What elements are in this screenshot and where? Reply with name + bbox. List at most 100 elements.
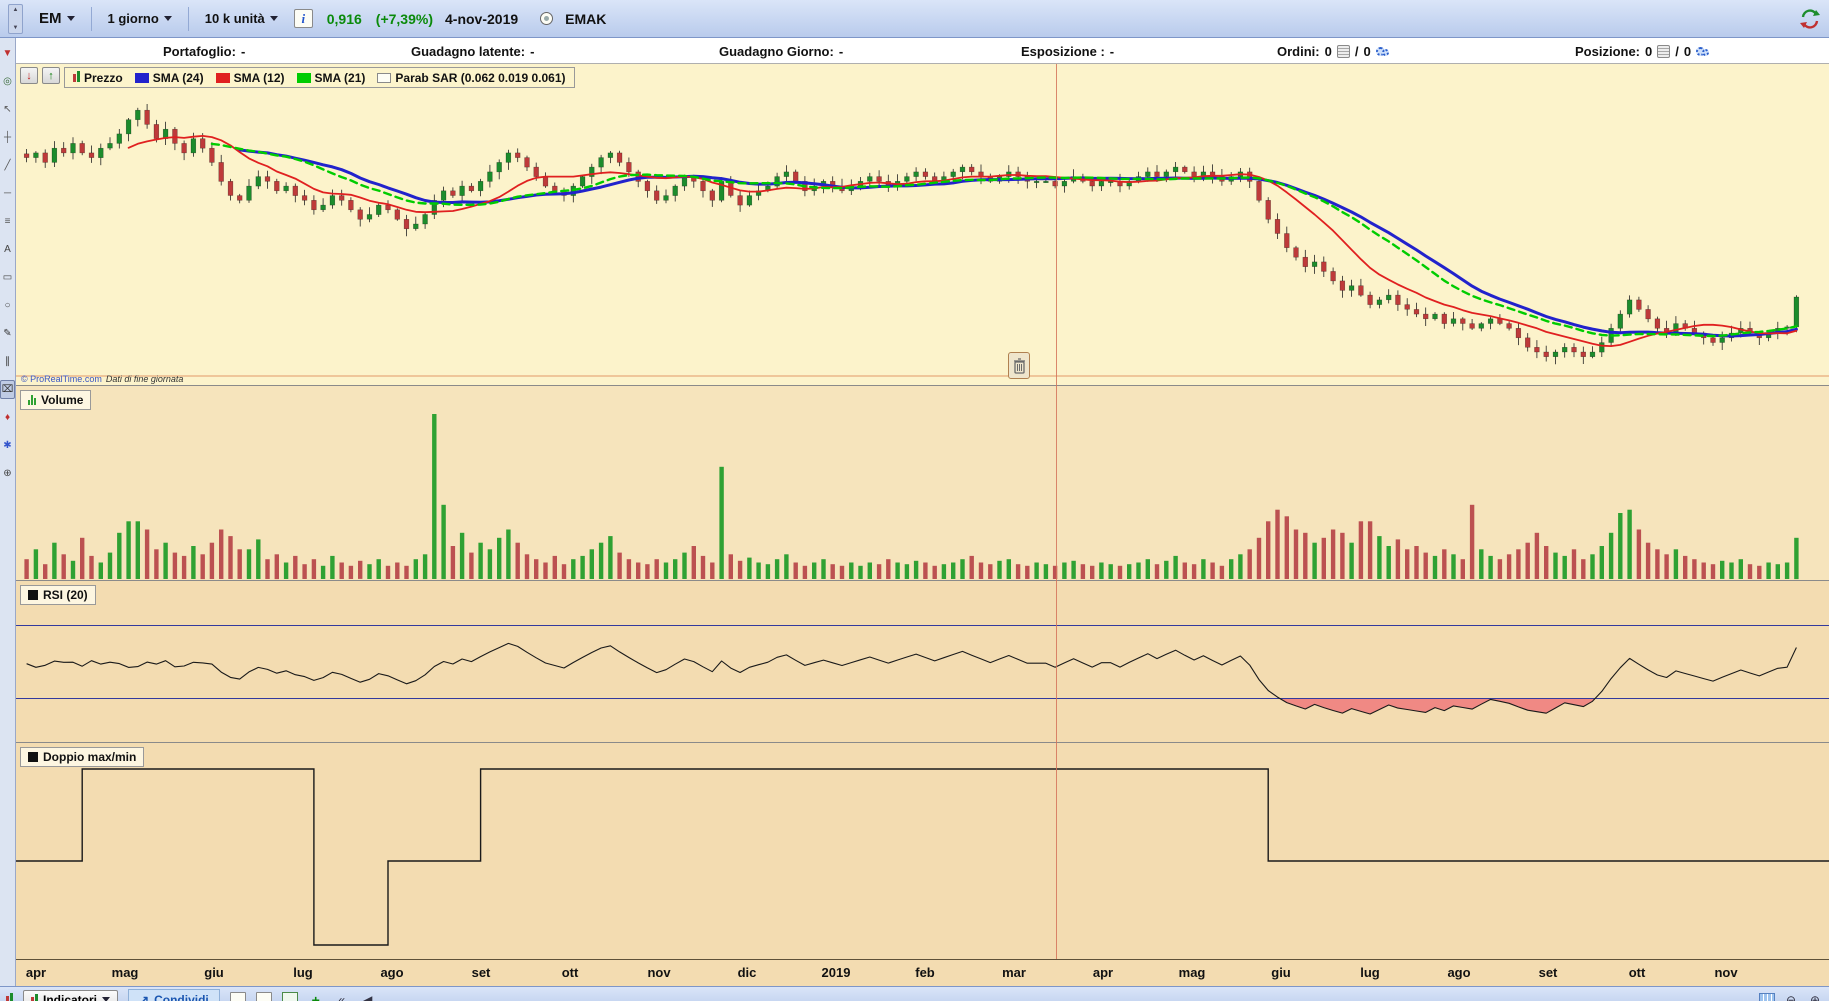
info-icon: i bbox=[301, 10, 306, 26]
legend-sma24[interactable]: SMA (24) bbox=[134, 71, 204, 85]
units-dropdown[interactable]: 10 k unità bbox=[197, 7, 286, 30]
zoom-in-icon[interactable]: ⊕ bbox=[1807, 991, 1823, 1001]
x-axis-label: giu bbox=[204, 965, 224, 980]
mini-candles-icon bbox=[6, 991, 13, 1001]
x-axis-label: mag bbox=[1178, 965, 1206, 980]
down-arrow-icon: ▼ bbox=[12, 24, 19, 31]
alert-tool[interactable]: ♦ bbox=[0, 408, 15, 427]
ellipse-tool[interactable]: ○ bbox=[0, 296, 15, 315]
legend-sma21[interactable]: SMA (21) bbox=[296, 71, 365, 85]
legend-prezzo[interactable]: Prezzo bbox=[73, 70, 123, 85]
sar-label: Parab SAR (0.062 0.019 0.061) bbox=[395, 70, 566, 85]
position-list-icon[interactable] bbox=[1657, 44, 1671, 58]
rsi-label: RSI (20) bbox=[43, 588, 88, 602]
toolbar-separator bbox=[90, 6, 92, 31]
timeframe-label: 1 giorno bbox=[107, 11, 159, 26]
notes-icon[interactable] bbox=[229, 992, 246, 1001]
cursor-tool[interactable]: ↖ bbox=[0, 100, 15, 119]
zoom-tool[interactable]: ⊕ bbox=[0, 464, 15, 483]
price-chart-canvas[interactable] bbox=[16, 64, 1829, 385]
zoom-out-icon[interactable]: ⊖ bbox=[1783, 991, 1799, 1001]
x-axis-label: lug bbox=[293, 965, 313, 980]
scroll-down-button[interactable]: ↓ bbox=[20, 67, 38, 84]
info-button[interactable]: i bbox=[293, 9, 313, 28]
pattern-tool[interactable]: ✱ bbox=[0, 436, 15, 455]
exposure-field: Esposizione :- bbox=[1021, 43, 1115, 59]
buy-sell-arrow-tool[interactable]: ▼ bbox=[0, 44, 15, 63]
rsi-legend[interactable]: RSI (20) bbox=[20, 585, 96, 605]
target-tool[interactable]: ◎ bbox=[0, 72, 15, 91]
pencil-tool[interactable]: ✎ bbox=[0, 324, 15, 343]
panel-scroll-widget[interactable]: ▲ ▼ bbox=[8, 3, 23, 34]
rsi-panel[interactable]: RSI (20) bbox=[16, 580, 1829, 742]
scroll-up-button[interactable]: ↑ bbox=[42, 67, 60, 84]
up-arrow-icon: ▲ bbox=[12, 6, 19, 13]
price-panel[interactable]: ↓ ↑ Prezzo SMA (24) SMA (12) SMA (21) Pa… bbox=[16, 64, 1829, 385]
volume-panel[interactable]: Volume bbox=[16, 385, 1829, 580]
position-gear-icon[interactable] bbox=[1696, 46, 1710, 56]
rewind-icon[interactable]: « bbox=[334, 991, 350, 1001]
crosshair-tool[interactable]: ┼ bbox=[0, 128, 15, 147]
chevron-down-icon bbox=[66, 16, 75, 21]
orders-field: Ordini: 0 /0 bbox=[1277, 38, 1389, 64]
trash-icon bbox=[1013, 357, 1025, 374]
symbol-label: EM bbox=[39, 10, 62, 27]
x-axis-label: set bbox=[1538, 965, 1558, 980]
volume-chart-canvas[interactable] bbox=[16, 386, 1829, 580]
symbol-dropdown[interactable]: EM bbox=[31, 6, 83, 31]
rsi-chart-canvas[interactable] bbox=[16, 581, 1829, 742]
delete-object-button[interactable] bbox=[1008, 352, 1030, 379]
prorealtime-link[interactable]: © ProRealTime.com bbox=[21, 374, 102, 384]
timeframe-dropdown[interactable]: 1 giorno bbox=[100, 7, 180, 30]
pattern-legend[interactable]: Doppio max/min bbox=[20, 747, 145, 767]
horizontal-line-tool[interactable]: ─ bbox=[0, 184, 15, 203]
chevron-down-icon bbox=[102, 997, 111, 1001]
refresh-icon[interactable] bbox=[1799, 8, 1821, 30]
sar-swatch bbox=[377, 72, 392, 83]
pattern-panel[interactable]: Doppio max/min bbox=[16, 742, 1829, 959]
rectangle-tool[interactable]: ▭ bbox=[0, 268, 15, 287]
x-axis-label: 2019 bbox=[821, 965, 851, 980]
x-axis-label: ago bbox=[1447, 965, 1471, 980]
time-axis[interactable]: apr mag giu lug ago set ott nov dic 2019 feb mar apr… bbox=[16, 959, 1829, 986]
delete-tool[interactable]: ⌧ bbox=[0, 380, 15, 399]
copy-icon[interactable] bbox=[255, 992, 272, 1001]
trend-line-tool[interactable]: ╱ bbox=[0, 156, 15, 175]
day-gain-field: Guadagno Giorno: - bbox=[719, 43, 844, 59]
x-axis-label: ago bbox=[380, 965, 404, 980]
pattern-chart-canvas[interactable] bbox=[16, 743, 1829, 959]
rsi-swatch bbox=[28, 590, 38, 600]
position-field: Posizione: 0 /0 bbox=[1575, 38, 1710, 64]
legend-parab-sar[interactable]: Parab SAR (0.062 0.019 0.061) bbox=[377, 70, 566, 85]
crosshair-line bbox=[1056, 64, 1057, 959]
portfolio-info-bar: Portafoglio: - Guadagno latente: - Guadagn… bbox=[16, 38, 1829, 64]
volume-legend[interactable]: Volume bbox=[20, 390, 92, 410]
copyright-note: © ProRealTime.com Dati di fine giornata bbox=[21, 374, 183, 384]
pattern-swatch bbox=[28, 752, 38, 762]
text-tool[interactable]: A bbox=[0, 240, 15, 259]
step-back-icon[interactable]: ◀ bbox=[360, 991, 376, 1001]
x-axis-label: ott bbox=[561, 965, 579, 980]
add-icon[interactable]: + bbox=[308, 991, 324, 1001]
drawing-toolbar: ▼ ◎ ↖ ┼ ╱ ─ ≡ A ▭ ○ ✎ ∥ ⌧ ♦ ✱ ⊕ bbox=[0, 38, 16, 1001]
legend-sma12[interactable]: SMA (12) bbox=[215, 70, 285, 85]
new-chart-icon[interactable] bbox=[281, 992, 298, 1001]
x-axis-label: lug bbox=[1360, 965, 1380, 980]
channel-tool[interactable]: ∥ bbox=[0, 352, 15, 371]
indicators-button[interactable]: Indicatori bbox=[23, 989, 119, 1001]
sma12-label: SMA (12) bbox=[233, 70, 285, 85]
instrument-radio[interactable] bbox=[540, 12, 554, 25]
sma21-swatch bbox=[296, 72, 311, 83]
last-price: 0,916 bbox=[326, 10, 362, 27]
table-icon[interactable] bbox=[1759, 992, 1775, 1001]
orders-list-icon[interactable] bbox=[1336, 44, 1350, 58]
orders-gear-icon[interactable] bbox=[1375, 46, 1389, 56]
share-button[interactable]: ↗ Condividi bbox=[128, 989, 220, 1001]
prezzo-label: Prezzo bbox=[84, 70, 123, 85]
fibonacci-tool[interactable]: ≡ bbox=[0, 212, 15, 231]
chevron-down-icon bbox=[269, 16, 278, 21]
x-axis-label: ott bbox=[1628, 965, 1646, 980]
chevron-down-icon bbox=[163, 16, 172, 21]
volume-icon bbox=[28, 395, 36, 405]
x-axis-label: nov bbox=[1714, 965, 1738, 980]
